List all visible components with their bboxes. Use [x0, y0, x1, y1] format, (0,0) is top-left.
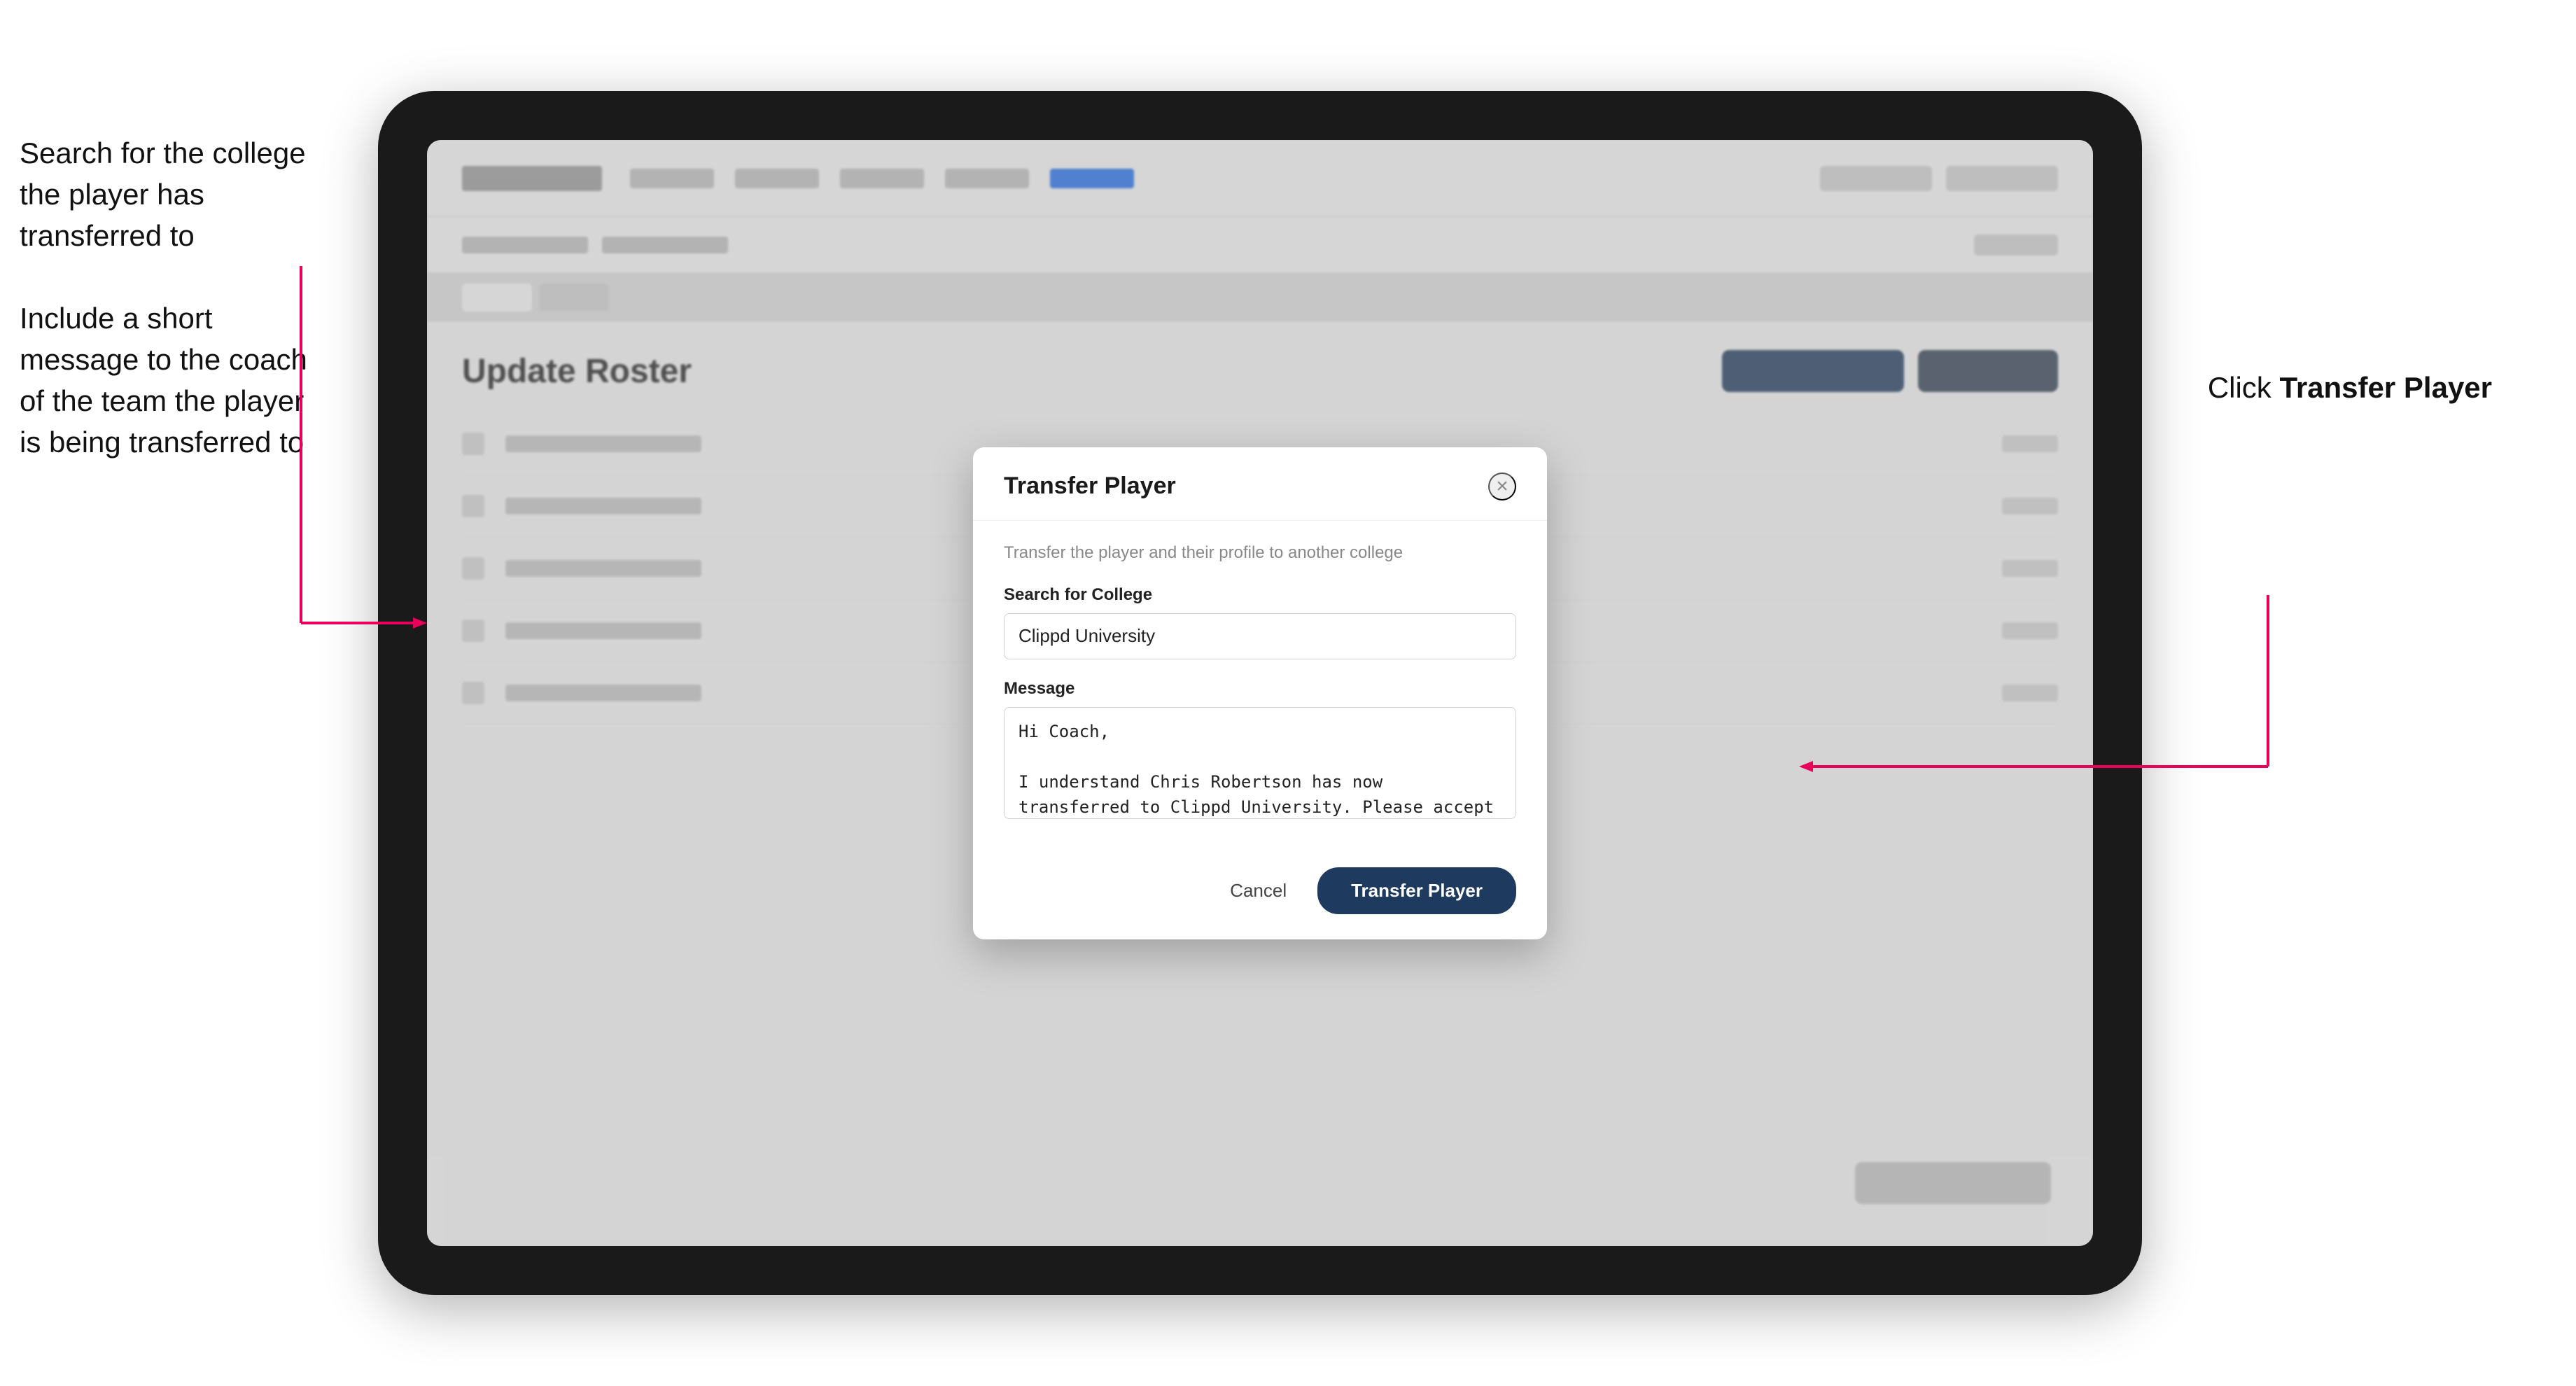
annotation-right: Click Transfer Player	[2208, 371, 2492, 405]
modal-footer: Cancel Transfer Player	[973, 850, 1547, 939]
modal-body: Transfer the player and their profile to…	[973, 521, 1547, 850]
modal-overlay: Transfer Player × Transfer the player an…	[427, 140, 2093, 1246]
search-label: Search for College	[1004, 585, 1516, 605]
ipad-frame: Update Roster	[378, 91, 2142, 1295]
search-college-input[interactable]	[1004, 613, 1516, 659]
modal-description: Transfer the player and their profile to…	[1004, 543, 1516, 563]
annotation-left: Search for the college the player has tr…	[20, 133, 321, 505]
modal-close-button[interactable]: ×	[1488, 472, 1516, 500]
message-field: Message Hi Coach, I understand Chris Rob…	[1004, 679, 1516, 828]
ipad-screen: Update Roster	[427, 140, 2093, 1246]
message-textarea[interactable]: Hi Coach, I understand Chris Robertson h…	[1004, 707, 1516, 819]
transfer-player-modal: Transfer Player × Transfer the player an…	[973, 447, 1547, 939]
modal-header: Transfer Player ×	[973, 447, 1547, 521]
modal-title: Transfer Player	[1004, 472, 1176, 500]
annotation-right-text: Click Transfer Player	[2208, 371, 2492, 405]
message-label: Message	[1004, 679, 1516, 699]
transfer-player-button[interactable]: Transfer Player	[1317, 867, 1516, 914]
annotation-text-2: Include a short message to the coach of …	[20, 298, 321, 463]
annotation-bold: Transfer Player	[2279, 371, 2492, 404]
annotation-prefix: Click	[2208, 371, 2280, 404]
search-for-college-field: Search for College	[1004, 585, 1516, 679]
annotation-text-1: Search for the college the player has tr…	[20, 133, 321, 256]
cancel-button[interactable]: Cancel	[1216, 872, 1301, 910]
